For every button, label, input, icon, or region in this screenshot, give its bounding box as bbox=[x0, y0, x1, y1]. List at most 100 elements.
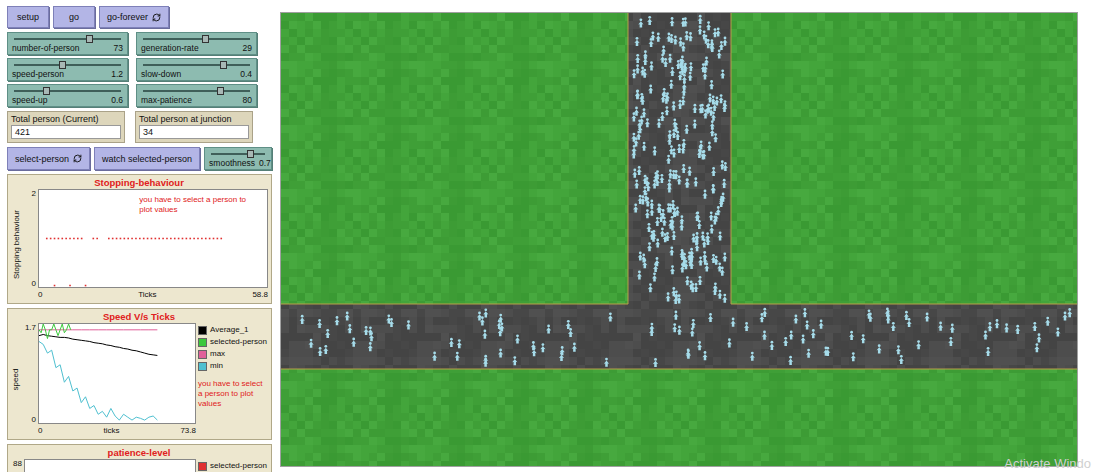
slider[interactable]: smoothness0.7 bbox=[204, 147, 272, 170]
plot-note: you have to select a person to plot valu… bbox=[139, 195, 249, 215]
slider-thumb[interactable] bbox=[59, 61, 66, 69]
person bbox=[673, 36, 678, 45]
person bbox=[637, 271, 642, 280]
person bbox=[805, 320, 810, 329]
watch-selected-person-button[interactable]: watch selected-person bbox=[94, 147, 200, 170]
person bbox=[669, 80, 674, 89]
slider-thumb[interactable] bbox=[202, 35, 209, 43]
person bbox=[711, 184, 716, 193]
person bbox=[635, 54, 640, 63]
person bbox=[653, 172, 658, 181]
plot-point bbox=[162, 238, 164, 240]
slider[interactable]: slow-down0.4 bbox=[136, 58, 257, 81]
person bbox=[677, 294, 682, 303]
select-person-button[interactable]: select-person bbox=[7, 147, 90, 170]
person bbox=[697, 220, 702, 229]
plot-point bbox=[108, 238, 110, 240]
person bbox=[654, 257, 659, 266]
world-view[interactable] bbox=[280, 12, 1078, 467]
slider[interactable]: generation-rate29 bbox=[136, 32, 257, 55]
person bbox=[886, 310, 891, 319]
person bbox=[680, 56, 685, 65]
person bbox=[649, 200, 654, 209]
person bbox=[709, 211, 714, 220]
person bbox=[750, 352, 755, 361]
slider-track[interactable] bbox=[14, 35, 121, 43]
slider-thumb[interactable] bbox=[217, 87, 224, 95]
person bbox=[697, 276, 702, 285]
person bbox=[656, 119, 661, 128]
plot-point bbox=[186, 238, 188, 240]
person bbox=[639, 93, 644, 102]
plot-line bbox=[39, 334, 157, 355]
slider-thumb[interactable] bbox=[43, 87, 50, 95]
slider-value: 0.7 bbox=[259, 158, 271, 168]
slider-track[interactable] bbox=[211, 150, 265, 158]
person bbox=[651, 233, 656, 242]
slider-track[interactable] bbox=[143, 35, 250, 43]
person bbox=[716, 206, 721, 215]
slider-label: number-of-person bbox=[12, 43, 80, 53]
plot-point bbox=[92, 238, 94, 240]
person bbox=[722, 294, 727, 303]
slider[interactable]: number-of-person73 bbox=[7, 32, 128, 55]
plot-line bbox=[39, 341, 157, 420]
setup-button[interactable]: setup bbox=[7, 6, 49, 28]
person bbox=[904, 311, 909, 320]
person bbox=[719, 94, 724, 103]
person bbox=[688, 62, 693, 71]
person bbox=[643, 50, 648, 59]
person bbox=[722, 252, 727, 261]
go-button[interactable]: go bbox=[53, 6, 95, 28]
person bbox=[643, 175, 648, 184]
person bbox=[691, 319, 696, 328]
person bbox=[656, 204, 661, 213]
person bbox=[635, 90, 640, 99]
person bbox=[483, 358, 488, 367]
person bbox=[711, 254, 716, 263]
horizontal-road bbox=[281, 304, 1077, 369]
person bbox=[793, 315, 798, 324]
slider[interactable]: speed-up0.6 bbox=[7, 84, 128, 107]
person bbox=[347, 324, 352, 333]
person bbox=[660, 112, 665, 121]
go-forever-button[interactable]: go-forever bbox=[99, 6, 169, 28]
plot-point bbox=[69, 238, 71, 240]
person bbox=[665, 232, 670, 241]
person bbox=[671, 231, 676, 240]
person bbox=[695, 211, 700, 220]
person bbox=[368, 326, 373, 335]
slider-thumb[interactable] bbox=[220, 61, 227, 69]
person bbox=[711, 167, 716, 176]
slider[interactable]: max-patience80 bbox=[136, 84, 257, 107]
plot-series bbox=[47, 238, 222, 239]
slider-value: 0.4 bbox=[240, 69, 252, 79]
person bbox=[707, 94, 712, 103]
world-canvas[interactable] bbox=[281, 13, 1077, 466]
person bbox=[672, 323, 677, 332]
plot-point bbox=[54, 238, 56, 240]
person bbox=[668, 169, 673, 178]
slider-thumb[interactable] bbox=[86, 35, 93, 43]
slider-track[interactable] bbox=[143, 87, 250, 95]
person bbox=[702, 251, 707, 260]
person bbox=[706, 39, 711, 48]
person bbox=[638, 18, 643, 27]
person bbox=[896, 345, 901, 354]
person bbox=[653, 263, 658, 272]
plot-point bbox=[112, 238, 114, 240]
slider[interactable]: speed-person1.2 bbox=[7, 58, 128, 81]
slider-thumb[interactable] bbox=[247, 150, 254, 158]
person bbox=[670, 221, 675, 230]
person bbox=[891, 322, 896, 331]
plot-legend: Average_1selected-personmaxminyou have t… bbox=[198, 323, 268, 436]
person bbox=[572, 343, 577, 352]
plot-point bbox=[116, 238, 118, 240]
plot-point bbox=[58, 238, 60, 240]
slider-track[interactable] bbox=[14, 61, 121, 69]
person bbox=[702, 239, 707, 248]
slider-track[interactable] bbox=[143, 61, 250, 69]
slider-label: speed-person bbox=[12, 69, 64, 79]
person bbox=[692, 119, 697, 128]
slider-track[interactable] bbox=[14, 87, 121, 95]
